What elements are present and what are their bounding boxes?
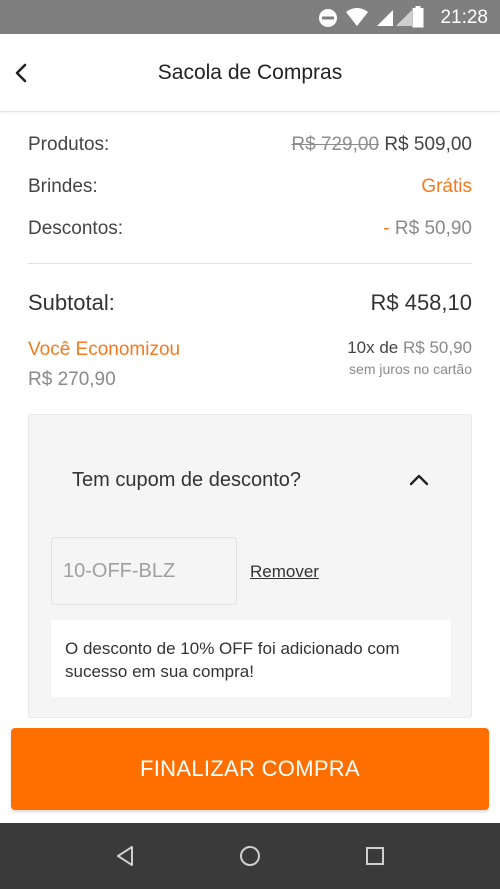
installments: 10x de R$ 50,90 xyxy=(347,338,472,358)
installments-prefix: 10x de xyxy=(347,338,399,357)
gifts-label: Brindes: xyxy=(28,176,98,197)
products-price: R$ 509,00 xyxy=(384,134,472,155)
battery-icon xyxy=(412,6,424,28)
app-header: Sacola de Compras xyxy=(0,34,500,112)
coupon-panel: Tem cupom de desconto? Remover O descont… xyxy=(28,414,472,718)
chevron-up-icon[interactable] xyxy=(407,470,431,490)
installments-value: R$ 50,90 xyxy=(403,338,472,357)
wifi-icon xyxy=(346,8,368,26)
products-label: Produtos: xyxy=(28,134,110,155)
products-prices: R$ 729,00 R$ 509,00 xyxy=(291,134,472,156)
home-circle-icon[interactable] xyxy=(237,843,263,869)
coupon-question[interactable]: Tem cupom de desconto? xyxy=(72,469,301,492)
discounts-sign: - xyxy=(383,218,390,239)
subtotal-value: R$ 458,10 xyxy=(370,290,472,315)
status-time: 21:28 xyxy=(440,7,488,28)
summary-divider xyxy=(28,263,472,264)
page-title: Sacola de Compras xyxy=(157,61,343,84)
products-old-price: R$ 729,00 xyxy=(291,134,380,155)
recents-square-icon[interactable] xyxy=(362,843,388,869)
coupon-code-input[interactable] xyxy=(51,537,237,605)
saved-value: R$ 270,90 xyxy=(28,369,116,390)
finalize-purchase-button[interactable]: FINALIZAR COMPRA xyxy=(11,728,489,810)
do-not-disturb-icon xyxy=(319,9,337,27)
coupon-success-message: O desconto de 10% OFF foi adicionado com… xyxy=(51,620,451,697)
discounts-label: Descontos: xyxy=(28,218,124,239)
discounts-values: - R$ 50,90 xyxy=(383,218,472,240)
discounts-value: R$ 50,90 xyxy=(394,218,472,239)
signal-icon xyxy=(377,10,393,26)
system-nav-bar xyxy=(0,823,500,889)
status-bar: 21:28 xyxy=(0,0,500,34)
signal-icon-2 xyxy=(396,10,412,26)
gifts-value: Grátis xyxy=(421,176,472,197)
back-triangle-icon[interactable] xyxy=(112,843,138,869)
saved-label: Você Economizou xyxy=(28,339,181,360)
installments-note: sem juros no cartão xyxy=(349,361,472,377)
remove-coupon-link[interactable]: Remover xyxy=(250,562,319,582)
subtotal-label: Subtotal: xyxy=(28,290,115,315)
